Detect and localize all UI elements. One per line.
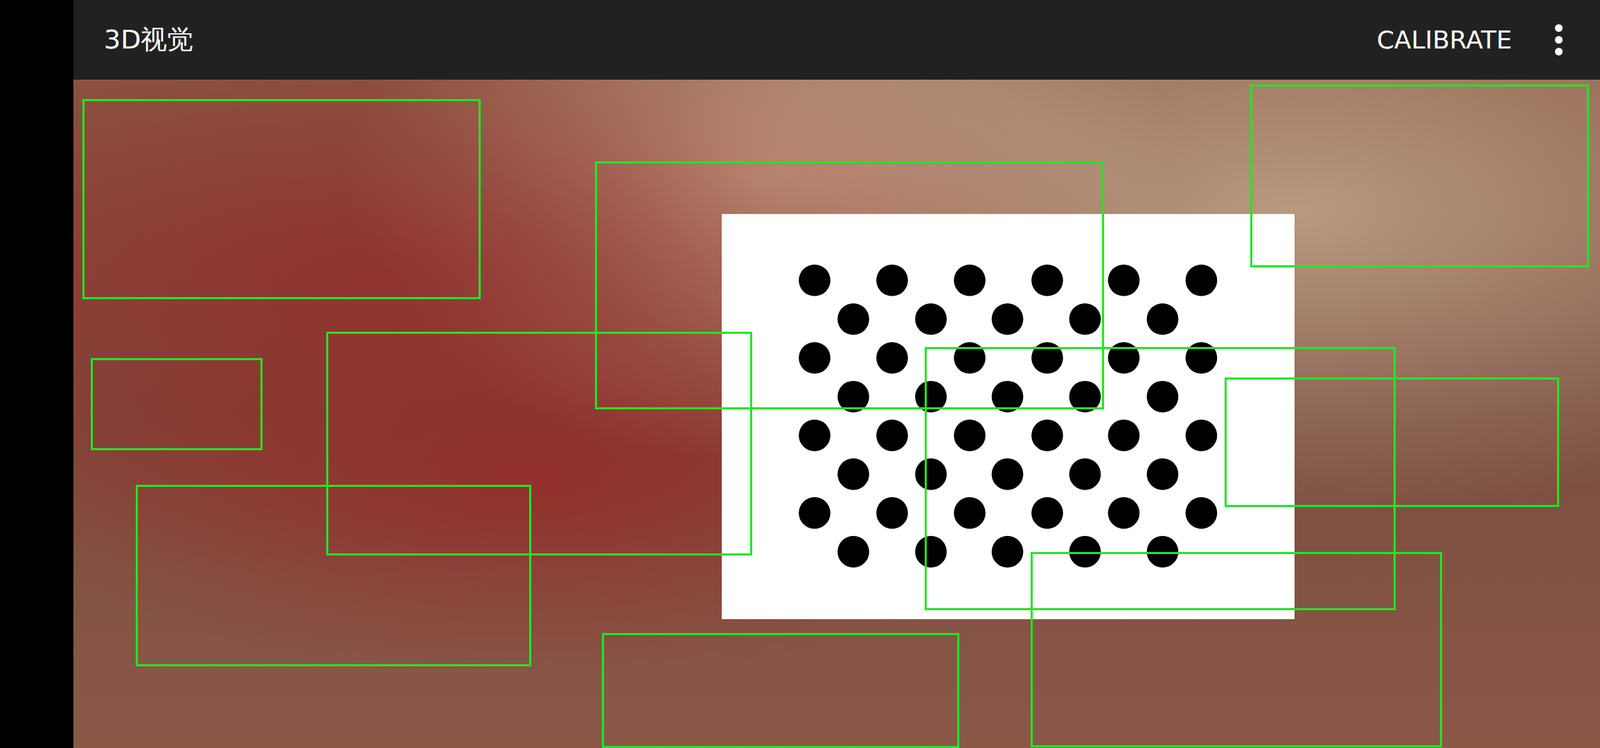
detection-box xyxy=(90,358,263,451)
pattern-dot xyxy=(1031,342,1064,375)
detection-box xyxy=(326,331,752,556)
pattern-dot xyxy=(914,458,947,491)
pattern-dot xyxy=(798,342,831,375)
pattern-dot xyxy=(837,380,870,413)
more-dot xyxy=(1554,24,1563,32)
more-dot xyxy=(1554,47,1563,56)
pattern-dot xyxy=(1185,497,1217,530)
pattern-dot xyxy=(1146,303,1179,336)
pattern-dot xyxy=(1107,419,1140,452)
pattern-dot xyxy=(991,458,1024,491)
pattern-dot xyxy=(1185,342,1217,375)
pattern-dot xyxy=(914,536,947,568)
pattern-dot xyxy=(1146,536,1179,568)
pattern-dot xyxy=(1068,303,1101,336)
main: 3D视觉 CALIBRATE xyxy=(73,0,1600,748)
pattern-dot xyxy=(876,419,909,452)
detection-box xyxy=(924,347,1397,611)
more-dot xyxy=(1554,36,1563,44)
pattern-dot xyxy=(914,380,947,413)
pattern-dot xyxy=(1068,458,1101,491)
pattern-dot xyxy=(1068,380,1101,413)
screen: 3D视觉 CALIBRATE xyxy=(0,0,1600,748)
camera-preview xyxy=(73,79,1600,748)
pattern-dot xyxy=(1146,380,1179,413)
pattern-dot xyxy=(1185,419,1217,452)
pattern-dot xyxy=(1107,264,1140,297)
pattern-dot xyxy=(837,458,870,491)
pattern-dot xyxy=(798,497,831,530)
pattern-dot xyxy=(953,342,986,375)
pattern-dot xyxy=(876,497,909,530)
pattern-dot xyxy=(798,264,831,297)
detection-box xyxy=(1224,377,1560,508)
pattern-dot xyxy=(876,264,909,297)
pattern-dot xyxy=(953,497,986,530)
detection-box xyxy=(1030,552,1443,747)
pattern-dot xyxy=(1031,497,1064,530)
pattern-dot xyxy=(1185,264,1217,297)
pattern-dot xyxy=(1068,536,1101,568)
pattern-dot xyxy=(837,536,870,568)
detection-box xyxy=(601,633,960,748)
pattern-dot xyxy=(991,380,1024,413)
pattern-dot xyxy=(953,264,986,297)
pattern-dot xyxy=(1031,419,1064,452)
app-bar: 3D视觉 CALIBRATE xyxy=(73,0,1600,80)
pattern-dot xyxy=(1107,342,1140,375)
detection-box xyxy=(82,99,481,300)
detection-box xyxy=(594,161,1105,410)
pattern-dot xyxy=(1031,264,1064,297)
calibrate-button[interactable]: CALIBRATE xyxy=(1371,17,1518,63)
left-strip xyxy=(0,0,74,748)
detection-box xyxy=(1250,84,1589,268)
detection-box xyxy=(135,484,532,667)
pattern-dot xyxy=(953,419,986,452)
pattern-dot xyxy=(1146,458,1179,491)
pattern-dot xyxy=(1107,497,1140,530)
pattern-dot xyxy=(798,419,831,452)
more-icon[interactable] xyxy=(1545,18,1573,61)
app-title: 3D视觉 xyxy=(103,22,1344,58)
calibration-pattern xyxy=(721,214,1296,620)
pattern-dot xyxy=(991,303,1024,336)
pattern-dot xyxy=(914,303,947,336)
pattern-dot xyxy=(991,536,1024,568)
circle-grid-icon xyxy=(721,214,1296,620)
pattern-dot xyxy=(837,303,870,336)
pattern-dot xyxy=(876,342,909,375)
